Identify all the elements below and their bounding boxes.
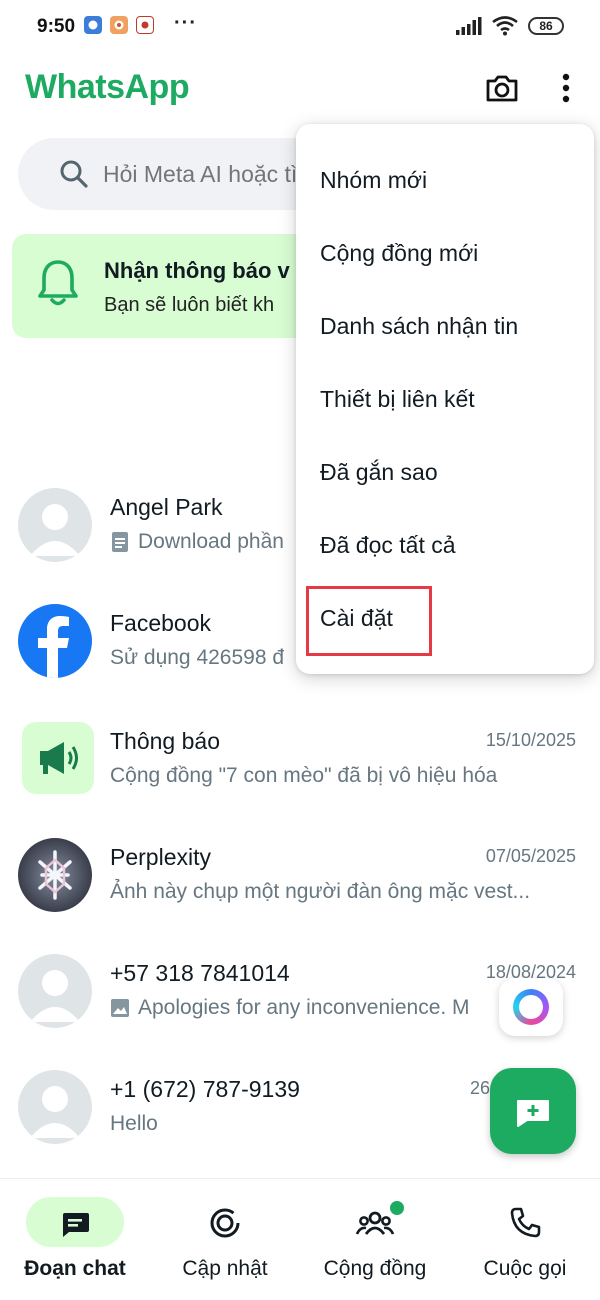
- chat-preview: Ảnh này chụp một người đàn ông mặc vest.…: [110, 880, 530, 904]
- phone-icon: [510, 1207, 541, 1238]
- chat-preview-text: Cộng đồng "7 con mèo" đã bị vô hiệu hóa: [110, 764, 498, 787]
- new-chat-button[interactable]: [490, 1068, 576, 1154]
- chat-preview-text: Ảnh này chụp một người đàn ông mặc vest.…: [110, 880, 531, 903]
- nav-tab-chats[interactable]: Đoạn chat: [0, 1179, 150, 1300]
- notification-icons: [84, 16, 154, 34]
- status-icon: [210, 1208, 240, 1238]
- menu-item-starred[interactable]: Đã gắn sao: [296, 436, 594, 509]
- menu-item-linked-devices[interactable]: Thiết bị liên kết: [296, 363, 594, 436]
- nav-tab-communities[interactable]: Cộng đồng: [300, 1179, 450, 1300]
- nav-label: Cộng đồng: [323, 1257, 427, 1280]
- chat-name: +1 (672) 787-9139: [110, 1076, 300, 1102]
- status-bar: 9:50 ··· 86: [0, 0, 600, 56]
- chat-preview: Apologies for any inconvenience. M: [110, 996, 470, 1020]
- nav-tab-calls[interactable]: Cuộc gọi: [450, 1179, 600, 1300]
- meta-ai-icon: [513, 989, 549, 1025]
- chat-date: 26: [469, 1078, 490, 1098]
- chat-date: 07/05/2025: [485, 846, 576, 866]
- menu-item-label: Danh sách nhận tin: [320, 313, 519, 339]
- menu-item-broadcast-lists[interactable]: Danh sách nhận tin: [296, 290, 594, 363]
- chat-name: Facebook: [110, 610, 212, 636]
- chat-name: Angel Park: [110, 494, 223, 520]
- chat-list-item[interactable]: Thông báo 15/10/2025 Cộng đồng "7 con mè…: [0, 722, 600, 838]
- default-avatar-icon: [18, 488, 92, 562]
- camera-icon[interactable]: [484, 70, 520, 106]
- nav-label: Đoạn chat: [24, 1257, 126, 1280]
- chat-preview: Hello: [110, 1112, 158, 1136]
- document-icon: [112, 532, 128, 552]
- image-icon: [111, 999, 129, 1017]
- menu-item-label: Nhóm mới: [320, 167, 428, 193]
- nav-tab-updates[interactable]: Cập nhật: [150, 1179, 300, 1300]
- chat-preview-text: Sử dụng 426598 đ: [110, 646, 285, 669]
- menu-item-label: Cộng đồng mới: [320, 240, 479, 266]
- signal-icon: [456, 17, 482, 35]
- menu-item-label: Đã đọc tất cả: [320, 532, 456, 558]
- notification-dot: [388, 1199, 406, 1217]
- default-avatar-icon: [18, 1070, 92, 1144]
- wifi-icon: [492, 16, 518, 36]
- notification-app-icon: [136, 16, 154, 34]
- chat-list-item[interactable]: Perplexity 07/05/2025 Ảnh này chụp một n…: [0, 838, 600, 954]
- system-indicators: 86: [456, 16, 564, 36]
- more-vertical-icon[interactable]: [552, 70, 580, 106]
- chat-preview-text: Apologies for any inconvenience. M: [138, 996, 470, 1019]
- notification-app-icon: [84, 16, 102, 34]
- notification-app-icon: [110, 16, 128, 34]
- app-title: WhatsApp: [25, 68, 190, 106]
- status-time: 9:50: [37, 16, 76, 37]
- chat-name: Perplexity: [110, 844, 211, 870]
- menu-item-new-community[interactable]: Cộng đồng mới: [296, 217, 594, 290]
- meta-ai-button[interactable]: [499, 978, 563, 1036]
- settings-highlight-box: [306, 586, 432, 656]
- nav-label: Cập nhật: [182, 1257, 268, 1280]
- menu-item-label: Thiết bị liên kết: [320, 386, 475, 412]
- banner-text: Bạn sẽ luôn biết kh: [104, 294, 275, 316]
- menu-item-new-group[interactable]: Nhóm mới: [296, 144, 594, 217]
- bottom-navigation: Đoạn chat Cập nhật Cộng đồng Cuộc gọi: [0, 1178, 600, 1300]
- menu-item-read-all[interactable]: Đã đọc tất cả: [296, 509, 594, 582]
- chat-preview: Download phần: [110, 530, 284, 554]
- nav-label: Cuộc gọi: [483, 1257, 567, 1280]
- chat-name: +57 318 7841014: [110, 960, 290, 986]
- search-icon: [60, 160, 88, 188]
- perplexity-avatar-icon: [18, 838, 92, 912]
- facebook-logo-icon: [18, 604, 92, 678]
- megaphone-avatar-icon: [22, 722, 94, 794]
- more-notifications-icon: ···: [174, 12, 197, 34]
- menu-item-label: Đã gắn sao: [320, 459, 438, 485]
- chat-preview-text: Download phần: [138, 530, 284, 553]
- chat-date: 15/10/2025: [485, 730, 576, 750]
- chat-preview: Sử dụng 426598 đ: [110, 646, 284, 670]
- banner-title: Nhận thông báo v: [104, 258, 290, 283]
- default-avatar-icon: [18, 954, 92, 1028]
- chat-name: Thông báo: [110, 728, 220, 754]
- new-chat-icon: [517, 1100, 549, 1127]
- chat-icon: [63, 1213, 89, 1237]
- chat-preview-text: Hello: [110, 1112, 158, 1135]
- bell-icon: [38, 260, 78, 306]
- battery-indicator: 86: [528, 17, 564, 35]
- chat-preview: Cộng đồng "7 con mèo" đã bị vô hiệu hóa: [110, 764, 497, 788]
